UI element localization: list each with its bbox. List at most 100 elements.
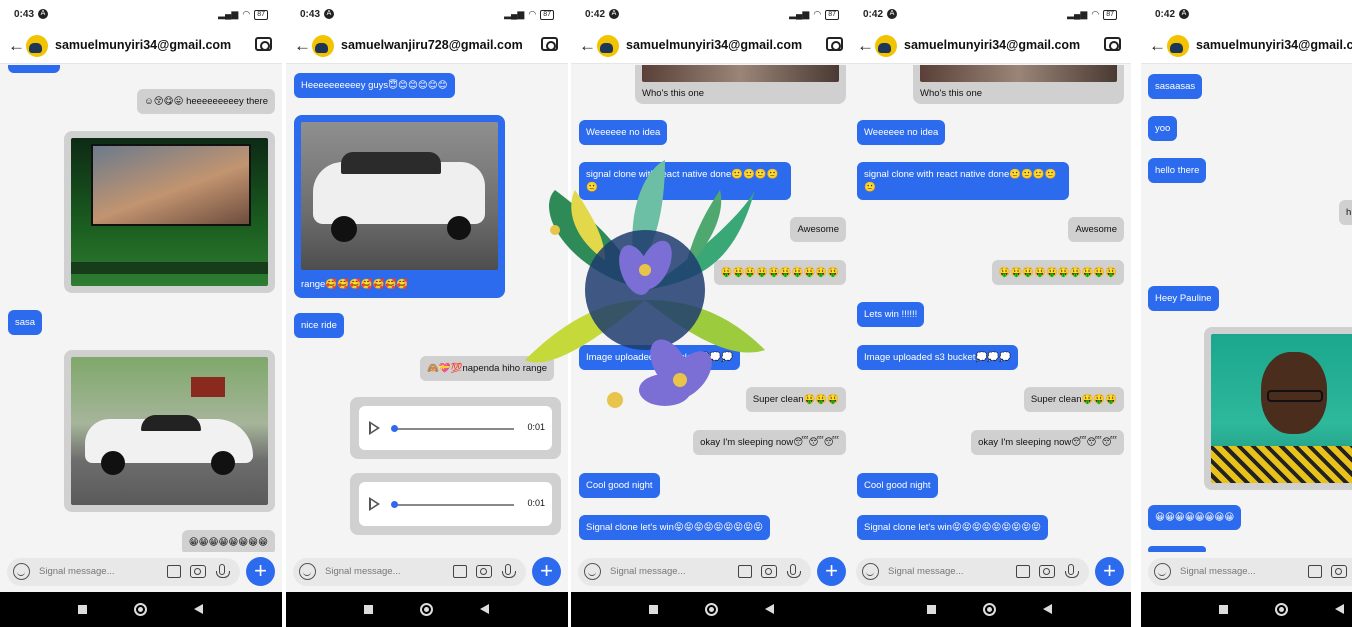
- message-bubble-incoming[interactable]: sasaasas: [1148, 74, 1203, 99]
- message-bubble-incoming[interactable]: hello there: [1148, 158, 1207, 183]
- voice-message[interactable]: 0:01: [350, 473, 561, 535]
- home-icon[interactable]: [1275, 603, 1288, 616]
- home-icon[interactable]: [420, 603, 433, 616]
- camera-icon[interactable]: [1039, 565, 1055, 578]
- emoji-icon[interactable]: [1154, 563, 1171, 580]
- microphone-icon[interactable]: [216, 564, 230, 578]
- gallery-icon[interactable]: [1308, 565, 1322, 578]
- audio-progress-track[interactable]: [393, 428, 514, 430]
- gallery-icon[interactable]: [453, 565, 467, 578]
- image-message[interactable]: [64, 131, 275, 293]
- emoji-icon[interactable]: [584, 563, 601, 580]
- camera-icon[interactable]: [190, 565, 206, 578]
- message-bubble-incoming[interactable]: nice ride: [294, 313, 344, 338]
- gallery-icon[interactable]: [1016, 565, 1030, 578]
- message-bubble-outgoing[interactable]: 😁😁😁😁😁😁😁😁: [181, 530, 275, 552]
- home-icon[interactable]: [705, 603, 718, 616]
- message-bubble-outgoing[interactable]: Awesome: [790, 217, 846, 242]
- message-bubble-incoming[interactable]: Weeeeee no idea: [579, 120, 668, 145]
- back-arrow-icon[interactable]: ←: [857, 36, 874, 56]
- camera-icon[interactable]: [476, 565, 492, 578]
- message-list[interactable]: Heeeeeeeeeey guys😇😊😊😊😊😊 range🥰🥰🥰🥰🥰🥰🥰 nic…: [286, 65, 568, 552]
- microphone-icon[interactable]: [502, 564, 516, 578]
- attach-button[interactable]: +: [532, 557, 561, 586]
- audio-scrubber[interactable]: [391, 425, 398, 432]
- home-icon[interactable]: [983, 603, 996, 616]
- message-bubble-incoming[interactable]: Weeeeee no idea: [857, 120, 946, 145]
- message-bubble-incoming[interactable]: Image uploaded s3 bucket💭💭💭: [579, 345, 740, 370]
- attach-button[interactable]: +: [1095, 557, 1124, 586]
- image-message[interactable]: Who's this one: [913, 65, 1124, 104]
- message-bubble-outgoing[interactable]: ☺😚😋😛 heeeeeeeeey there: [137, 89, 275, 114]
- contact-name[interactable]: samuelmunyiri34@gmail.com: [1196, 38, 1352, 52]
- message-bubble-incoming[interactable]: Heey Pauline: [1148, 286, 1219, 311]
- message-list[interactable]: Who's this one Weeeeee no idea signal cl…: [571, 65, 853, 552]
- nav-back-icon[interactable]: [765, 604, 774, 614]
- avatar[interactable]: [26, 35, 48, 57]
- message-bubble-outgoing[interactable]: h: [1339, 200, 1352, 225]
- avatar[interactable]: [1167, 35, 1189, 57]
- avatar[interactable]: [875, 35, 897, 57]
- contact-name[interactable]: samuelmunyiri34@gmail.com: [904, 38, 1080, 52]
- back-arrow-icon[interactable]: ←: [8, 36, 25, 56]
- recents-icon[interactable]: [364, 605, 373, 614]
- image-message[interactable]: Who's this one: [635, 65, 846, 104]
- message-bubble-incoming[interactable]: Signal clone let's win😝😝😝😝😝😝😝😝😝: [857, 515, 1049, 540]
- avatar[interactable]: [597, 35, 619, 57]
- message-bubble-incoming[interactable]: Lets win !!!!!!: [857, 302, 925, 327]
- message-bubble-incoming[interactable]: signal clone with react native done🙂🙂🙂🙂🙂: [579, 162, 791, 200]
- message-bubble-outgoing[interactable]: Awesome: [1068, 217, 1124, 242]
- emoji-icon[interactable]: [299, 563, 316, 580]
- back-arrow-icon[interactable]: ←: [1149, 36, 1166, 56]
- gallery-icon[interactable]: [738, 565, 752, 578]
- contact-name[interactable]: samuelwanjiru728@gmail.com: [341, 38, 523, 52]
- camera-icon[interactable]: [541, 37, 558, 51]
- message-bubble-outgoing[interactable]: 🤑🤑🤑🤑🤑🤑🤑🤑🤑🤑: [713, 260, 846, 285]
- nav-back-icon[interactable]: [1335, 604, 1344, 614]
- message-list[interactable]: sasaasas yoo hello there h Heey Pauline …: [1141, 65, 1352, 552]
- camera-icon[interactable]: [1331, 565, 1347, 578]
- play-icon[interactable]: [369, 421, 380, 435]
- message-bubble-incoming[interactable]: Cool good night: [857, 473, 938, 498]
- camera-icon[interactable]: [1104, 37, 1121, 51]
- avatar[interactable]: [312, 35, 334, 57]
- message-bubble-incoming[interactable]: Signal clone let's win😝😝😝😝😝😝😝😝😝: [579, 515, 771, 540]
- audio-scrubber[interactable]: [391, 501, 398, 508]
- back-arrow-icon[interactable]: ←: [294, 36, 311, 56]
- message-bubble-outgoing[interactable]: Super clean🤑🤑🤑: [745, 387, 846, 412]
- emoji-icon[interactable]: [13, 563, 30, 580]
- message-bubble-incoming[interactable]: 😀😀😀😀😀😀😀😀: [1148, 505, 1242, 530]
- message-input[interactable]: Signal message...: [1148, 558, 1352, 586]
- back-arrow-icon[interactable]: ←: [579, 36, 596, 56]
- message-bubble-incoming[interactable]: Cool good night: [579, 473, 660, 498]
- nav-back-icon[interactable]: [480, 604, 489, 614]
- message-input[interactable]: Signal message...: [293, 558, 526, 586]
- attach-button[interactable]: +: [817, 557, 846, 586]
- message-bubble-outgoing[interactable]: 🤑🤑🤑🤑🤑🤑🤑🤑🤑🤑: [991, 260, 1124, 285]
- message-input[interactable]: Signal message...: [7, 558, 240, 586]
- microphone-icon[interactable]: [1065, 564, 1079, 578]
- message-bubble-incoming[interactable]: yoo: [1148, 116, 1178, 141]
- contact-name[interactable]: samuelmunyiri34@gmail.com: [626, 38, 802, 52]
- voice-message[interactable]: 0:01: [350, 397, 561, 459]
- recents-icon[interactable]: [649, 605, 658, 614]
- home-icon[interactable]: [134, 603, 147, 616]
- message-input[interactable]: Signal message...: [578, 558, 811, 586]
- message-list[interactable]: ☺😚😋😛 heeeeeeeeey there sasa 😁😁😁😁😁😁😁😁: [0, 65, 282, 552]
- image-message[interactable]: [1204, 327, 1352, 490]
- camera-icon[interactable]: [761, 565, 777, 578]
- message-bubble-incoming[interactable]: [1148, 546, 1206, 552]
- camera-icon[interactable]: [826, 37, 843, 51]
- play-icon[interactable]: [369, 497, 380, 511]
- contact-name[interactable]: samuelmunyiri34@gmail.com: [55, 38, 231, 52]
- message-list[interactable]: Who's this one Weeeeee no idea signal cl…: [849, 65, 1131, 552]
- message-bubble-incoming[interactable]: [8, 65, 60, 73]
- message-bubble-outgoing[interactable]: okay I'm sleeping now😴😴😴: [693, 430, 846, 455]
- image-message[interactable]: [64, 350, 275, 512]
- attach-button[interactable]: +: [246, 557, 275, 586]
- gallery-icon[interactable]: [167, 565, 181, 578]
- microphone-icon[interactable]: [787, 564, 801, 578]
- camera-icon[interactable]: [255, 37, 272, 51]
- audio-progress-track[interactable]: [393, 504, 514, 506]
- message-input[interactable]: Signal message...: [856, 558, 1089, 586]
